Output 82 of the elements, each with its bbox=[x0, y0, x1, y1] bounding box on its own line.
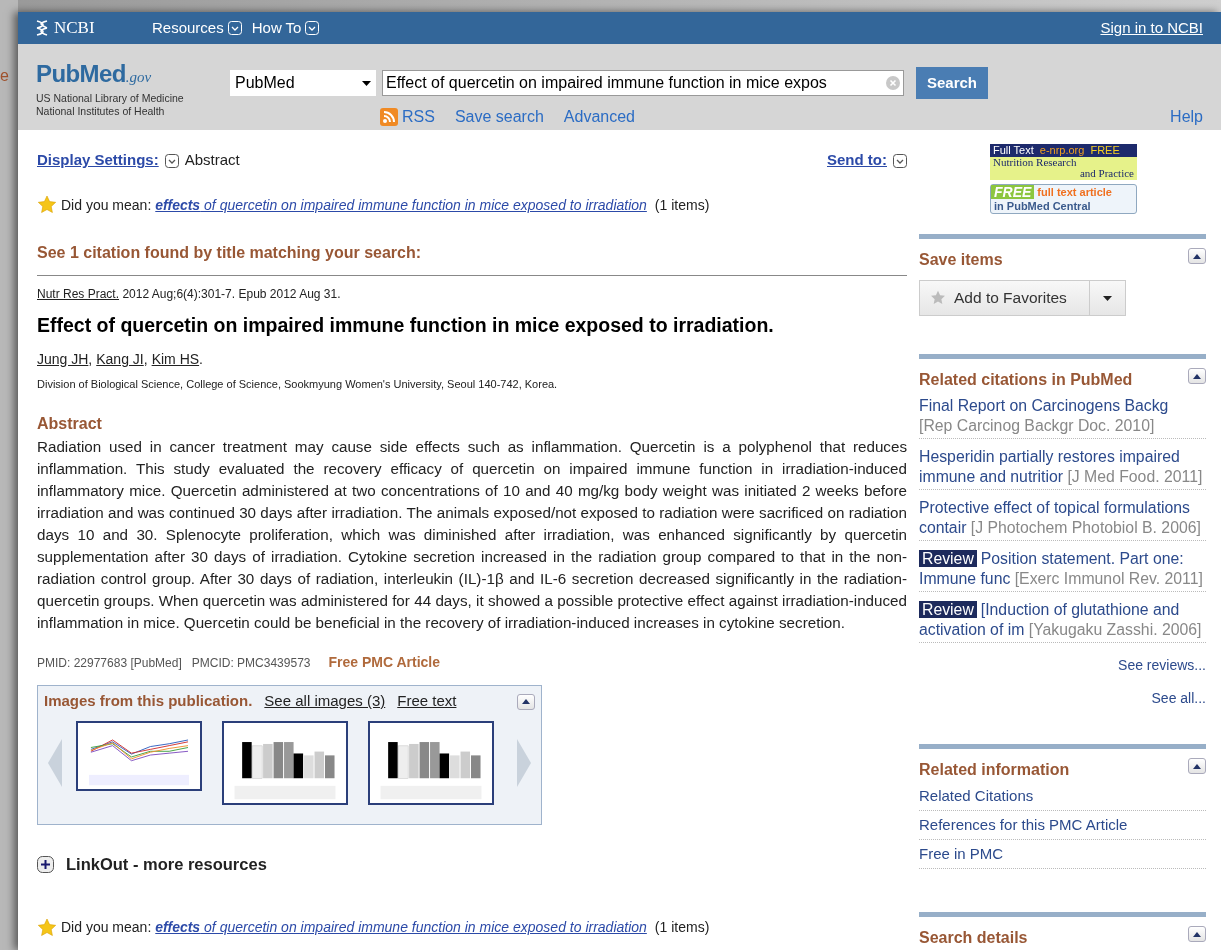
related-citation[interactable]: Review [Induction of glutathione and activation of im [Yakugaku Zasshi. 2006] bbox=[919, 600, 1206, 643]
pmcid-text: PMCID: PMC3439573 bbox=[191, 654, 311, 672]
toolbar-link[interactable]: Advanced bbox=[563, 105, 635, 129]
see-reviews-link[interactable]: See reviews... bbox=[1118, 655, 1206, 676]
collapse-button[interactable] bbox=[1188, 758, 1206, 774]
journal-link[interactable]: Nutr Res Pract. bbox=[37, 286, 120, 301]
rss-link[interactable]: RSS bbox=[380, 105, 435, 129]
section-heading: Related information bbox=[919, 760, 1070, 780]
background-text: e bbox=[0, 67, 9, 84]
free-text-link[interactable]: Free text bbox=[397, 690, 457, 713]
chevron-down-icon bbox=[305, 21, 320, 35]
section-heading: Related citations in PubMed bbox=[919, 370, 1133, 390]
chevron-down-icon bbox=[227, 21, 242, 35]
menu-button[interactable]: How To bbox=[251, 16, 320, 40]
collapse-button[interactable] bbox=[517, 693, 535, 710]
help-link[interactable]: Help bbox=[1170, 105, 1203, 129]
ncbi-logo[interactable]: NCBI bbox=[54, 15, 95, 41]
chevron-down-icon bbox=[164, 154, 179, 169]
logo-subtitle: US National Library of Medicine bbox=[36, 92, 185, 105]
pmc-badge[interactable]: FREE full text article in PubMed Central bbox=[990, 184, 1137, 214]
expand-icon[interactable] bbox=[37, 856, 54, 874]
collapse-button[interactable] bbox=[1188, 368, 1206, 384]
related-citation[interactable]: Final Report on Carcinogens Backg [Rep Carcinog Backgr Doc. 2010] bbox=[919, 396, 1206, 439]
star-icon bbox=[37, 917, 57, 938]
related-information-link[interactable]: Related Citations bbox=[919, 782, 1206, 811]
star-icon bbox=[930, 290, 946, 306]
sign-in-link[interactable]: Sign in to NCBI bbox=[1100, 16, 1203, 40]
caret-icon bbox=[362, 80, 371, 86]
author-punctuation: , bbox=[143, 350, 148, 367]
related-information-link[interactable]: References for this PMC Article bbox=[919, 811, 1206, 840]
menu-button[interactable]: Resources bbox=[152, 16, 242, 40]
see-all-images-link[interactable]: See all images (3) bbox=[264, 690, 386, 713]
section-heading: Search details bbox=[919, 928, 1028, 948]
collapse-button[interactable] bbox=[1188, 248, 1206, 264]
caret-icon bbox=[1103, 295, 1112, 301]
did-you-mean-label: Did you mean: bbox=[61, 195, 152, 215]
star-icon bbox=[37, 195, 57, 215]
database-select[interactable]: PubMed bbox=[230, 70, 376, 96]
free-article-link[interactable]: Free PMC Article bbox=[328, 652, 440, 674]
related-citation[interactable]: Protective effect of topical formulations contair [J Photochem Photobiol B. 2006] bbox=[919, 498, 1206, 541]
citation-info: 2012 Aug;6(4):301-7. Epub 2012 Aug 31. bbox=[122, 286, 341, 301]
collapse-button[interactable] bbox=[1188, 926, 1206, 942]
review-badge: Review bbox=[919, 550, 977, 567]
rss-icon bbox=[380, 108, 398, 126]
linkout-heading[interactable]: LinkOut - more resources bbox=[66, 852, 267, 877]
helix-icon bbox=[34, 19, 50, 37]
citation-heading: See 1 citation found by title matching your search: bbox=[37, 242, 423, 263]
related-citation[interactable]: Review Position statement. Part one: Immune func [Exerc Immunol Rev. 2011] bbox=[919, 549, 1206, 592]
triangle-up-icon bbox=[1193, 763, 1201, 769]
triangle-up-icon bbox=[1193, 373, 1201, 379]
result-count: (1 items) bbox=[654, 918, 710, 937]
section-heading: Save items bbox=[919, 250, 1003, 270]
search-field[interactable]: Effect of quercetin on impaired immune function in mice expos bbox=[382, 70, 904, 96]
add-to-favorites-button[interactable]: Add to Favorites bbox=[919, 280, 1090, 316]
pmid-text: PMID: 22977683 [PubMed] bbox=[37, 654, 182, 672]
related-information-link[interactable]: Free in PMC bbox=[919, 840, 1206, 869]
result-count: (1 items) bbox=[654, 195, 710, 215]
abstract-text: Radiation used in cancer treatment may cause side effects such as inflammation. Quercetin is a polyphenol that reduces inflammation. This study evaluated the recovery efficacy of quercetin on impaired immune function in irradiation-induced inflammatory mice. Quercetin administered at two concentrations of 10 and 40 mg/kg body weight was initiated 2 weeks before irradiation and was continued 30 days after irradiation. The animals exposed/not exposed to radiation were sacrificed on radiation days 10 and 30. Splenocyte proliferation, which was diminished after irradiation, was enhanced significantly by quercetin supplementation after 30 days of irradiation. Cytokine secretion increased in the radiation group compared to that in the non-radiation control group. After 30 days of radiation, interleukin (IL)-1β and IL-6 secretion decreased significantly in the radiation-quercetin groups. When quercetin was administered for 44 days, it showed a possible protective effect against irradiation-induced inflammation in mice. Quercetin could be beneficial in the recovery of irradiation-induced increases in cytokine secretion. bbox=[37, 437, 907, 634]
display-settings-link[interactable]: Display Settings: bbox=[37, 149, 159, 172]
article-title: Effect of quercetin on impaired immune function in mice exposed to irradiation. bbox=[37, 312, 775, 338]
logo-subtitle: National Institutes of Health bbox=[36, 105, 166, 118]
triangle-up-icon bbox=[522, 699, 530, 704]
triangle-up-icon bbox=[1193, 931, 1201, 937]
author-punctuation: , bbox=[88, 350, 93, 367]
images-title: Images from this publication. bbox=[44, 691, 253, 712]
suggestion-link[interactable]: effects of quercetin on impaired immune function in mice exposed to irradiation bbox=[155, 194, 647, 216]
suggestion-link[interactable]: effects of quercetin on impaired immune function in mice exposed to irradiation bbox=[155, 917, 647, 938]
chevron-down-icon bbox=[893, 154, 907, 169]
author-punctuation: . bbox=[199, 350, 203, 367]
related-citation[interactable]: Hesperidin partially restores impaired immune and nutritior [J Med Food. 2011] bbox=[919, 447, 1206, 490]
search-button[interactable]: Search bbox=[916, 67, 989, 99]
triangle-up-icon bbox=[1193, 253, 1201, 259]
author-link[interactable]: Kang JI bbox=[96, 350, 144, 367]
pubmed-logo[interactable]: PubMed.gov bbox=[36, 56, 230, 92]
toolbar-link[interactable]: Save search bbox=[454, 105, 544, 129]
review-badge: Review bbox=[919, 601, 977, 618]
did-you-mean-label: Did you mean: bbox=[61, 918, 152, 937]
send-to-link[interactable]: Send to: bbox=[827, 149, 887, 172]
affiliation: Division of Biological Science, College of Science, Sookmyung Women's University, Seoul 140-742, Korea. bbox=[37, 376, 559, 392]
format-label: Abstract bbox=[184, 150, 240, 170]
see-all-link[interactable]: See all... bbox=[1151, 688, 1206, 709]
abstract-heading: Abstract bbox=[37, 414, 103, 435]
